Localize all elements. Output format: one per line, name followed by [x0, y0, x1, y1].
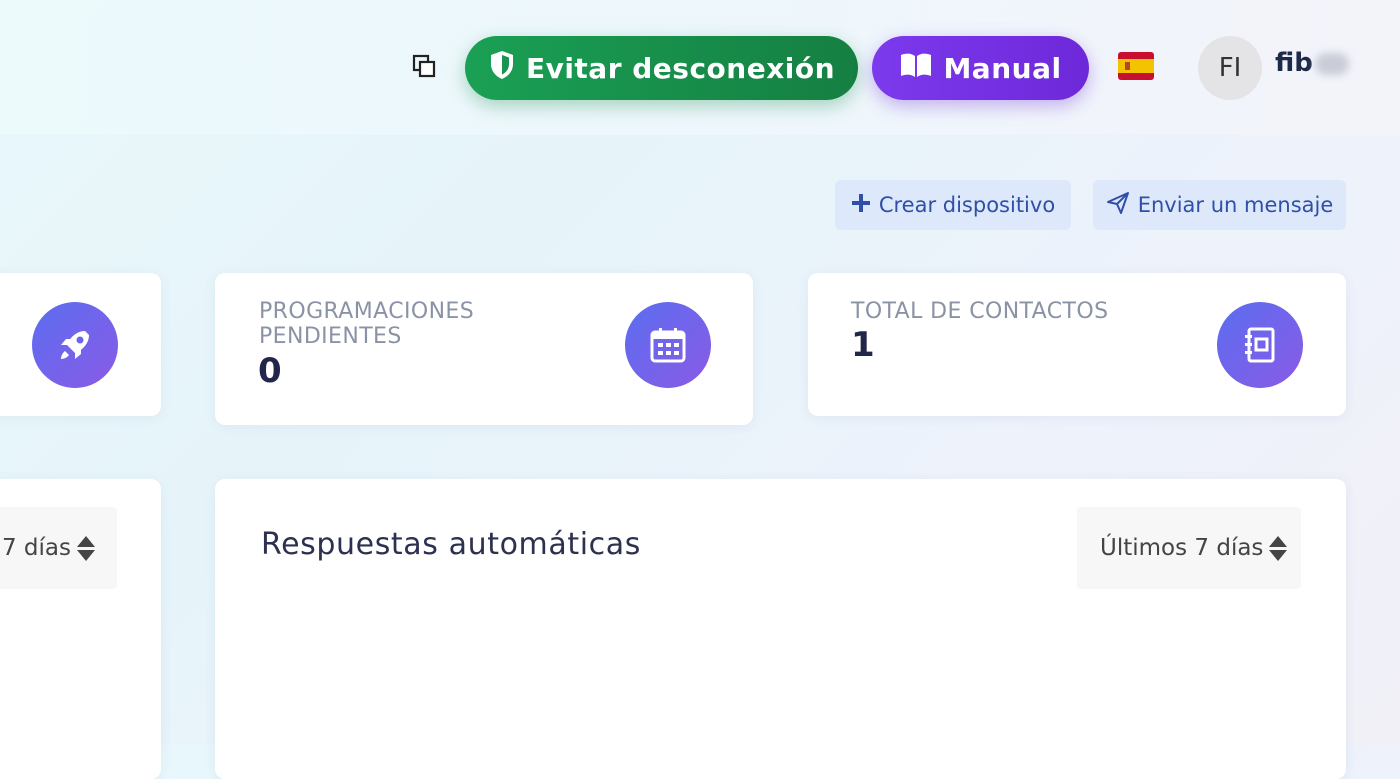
send-message-button[interactable]: Enviar un mensaje — [1093, 180, 1346, 230]
period-select[interactable]: Últimos 7 días — [1077, 507, 1301, 589]
book-open-icon — [899, 51, 933, 86]
sort-arrows-icon — [77, 535, 95, 561]
manual-button[interactable]: Manual — [872, 36, 1089, 100]
chart-panel-partial: Últimos 7 días — [0, 479, 161, 779]
avatar[interactable]: FI — [1198, 36, 1262, 100]
rocket-icon — [32, 302, 118, 388]
stat-label: PROGRAMACIONES PENDIENTES — [259, 299, 475, 349]
paper-plane-icon — [1106, 191, 1130, 220]
stat-value: 1 — [851, 325, 875, 365]
avatar-initials: FI — [1218, 53, 1242, 83]
language-flag-spain-icon[interactable] — [1118, 52, 1154, 80]
username-text: fib — [1275, 48, 1313, 78]
plus-icon — [851, 193, 871, 218]
period-select-value: Últimos 7 días — [0, 535, 71, 561]
period-select-value: Últimos 7 días — [1100, 535, 1264, 561]
create-device-label: Crear dispositivo — [878, 193, 1056, 217]
stat-value: 0 — [258, 351, 282, 391]
sort-arrows-icon — [1269, 535, 1288, 561]
create-device-button[interactable]: Crear dispositivo — [835, 180, 1071, 230]
username-redacted — [1314, 52, 1349, 75]
calendar-icon — [625, 302, 711, 388]
shield-icon — [488, 49, 516, 88]
manual-label: Manual — [943, 51, 1062, 85]
avoid-disconnect-button[interactable]: Evitar desconexión — [465, 36, 858, 100]
period-select[interactable]: Últimos 7 días — [0, 507, 117, 589]
username[interactable]: fib — [1275, 48, 1349, 78]
stat-card-partial — [0, 273, 161, 416]
stat-card-pending-schedules: PROGRAMACIONES PENDIENTES 0 — [215, 273, 753, 425]
send-message-label: Enviar un mensaje — [1137, 193, 1334, 217]
top-navbar: Evitar desconexión Manual FI fib — [0, 0, 1400, 135]
auto-replies-panel: Respuestas automáticas Últimos 7 días — [215, 479, 1346, 779]
stat-label: TOTAL DE CONTACTOS — [851, 299, 1109, 324]
stat-card-total-contacts: TOTAL DE CONTACTOS 1 — [808, 273, 1346, 416]
address-book-icon — [1217, 302, 1303, 388]
window-restore-icon[interactable] — [410, 52, 438, 80]
auto-replies-title: Respuestas automáticas — [261, 527, 641, 562]
avoid-disconnect-label: Evitar desconexión — [525, 51, 836, 85]
